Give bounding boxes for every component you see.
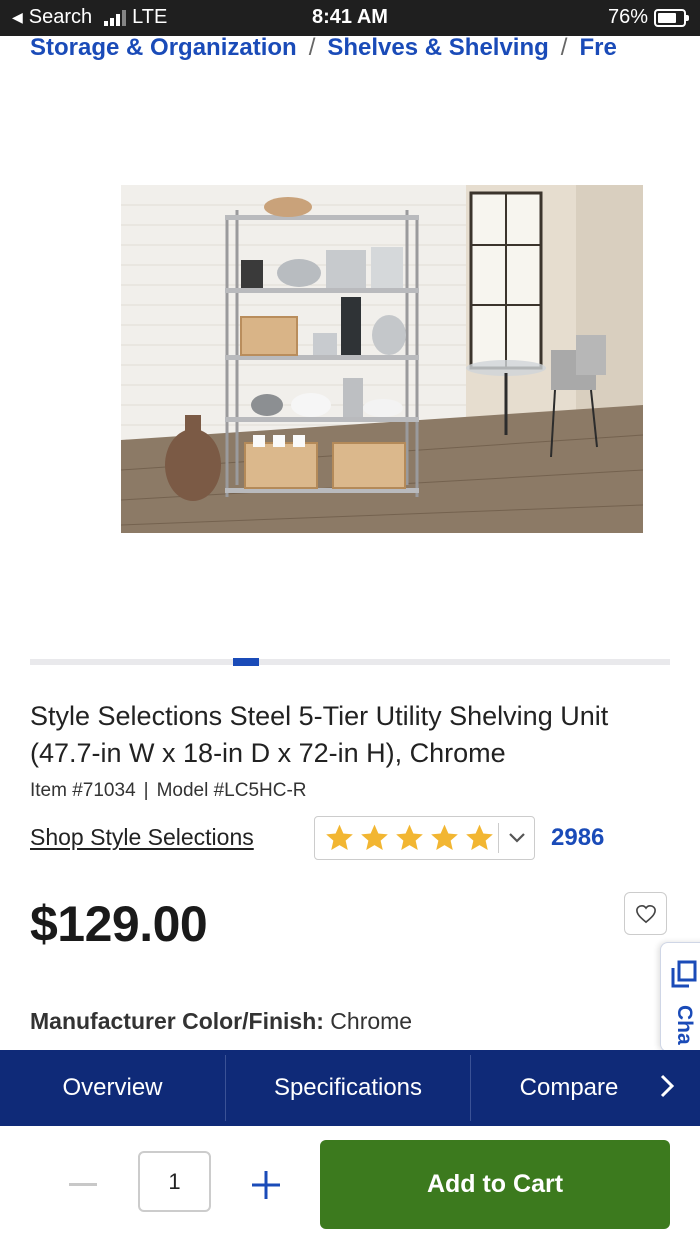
breadcrumb-separator: /: [308, 34, 316, 61]
product-title: Style Selections Steel 5-Tier Utility Sh…: [30, 701, 609, 768]
battery-icon: [654, 8, 689, 27]
star-icon: [431, 824, 458, 850]
item-number: Item #71034: [30, 780, 136, 801]
quantity-increase-button[interactable]: [249, 1168, 283, 1202]
color-finish-label: Manufacturer Color/Finish:: [30, 1008, 324, 1034]
chevron-right-icon[interactable]: [658, 1072, 676, 1105]
battery-percent: 76%: [607, 6, 648, 28]
product-price: $129.00: [30, 896, 208, 952]
item-meta: Item #71034 | Model #LC5HC-R: [30, 780, 307, 802]
breadcrumb-item-shelves[interactable]: Shelves & Shelving: [327, 34, 548, 61]
favorite-button[interactable]: [624, 892, 667, 935]
star-icon: [396, 824, 423, 850]
color-finish-value: Chrome: [330, 1008, 413, 1034]
breadcrumb-item-storage[interactable]: Storage & Organization: [30, 34, 297, 61]
tab-overview[interactable]: Overview: [0, 1050, 225, 1126]
status-bar: ◀ Search LTE 8:41 AM 76%: [0, 0, 700, 36]
star-icon: [466, 824, 493, 850]
heart-icon: [635, 904, 656, 923]
product-image[interactable]: [121, 185, 643, 533]
product-photo: [121, 185, 643, 533]
add-to-cart-button[interactable]: Add to Cart: [320, 1140, 670, 1229]
shop-brand-link[interactable]: Shop Style Selections: [30, 824, 254, 851]
status-right: 76%: [607, 6, 689, 29]
breadcrumb-separator: /: [560, 34, 568, 61]
carousel-active-dot: [233, 658, 259, 666]
star-icon: [361, 824, 388, 850]
tab-compare[interactable]: Compare: [471, 1050, 667, 1126]
color-finish: Manufacturer Color/Finish: Chrome: [30, 1008, 412, 1035]
review-count[interactable]: 2986: [551, 824, 604, 852]
breadcrumb-item-free[interactable]: Fre: [579, 34, 616, 61]
tab-specifications[interactable]: Specifications: [226, 1050, 470, 1126]
chat-icon: [671, 960, 697, 988]
rating-dropdown[interactable]: [314, 816, 535, 860]
breadcrumb: Storage & Organization / Shelves & Shelvin…: [30, 34, 700, 70]
quantity-input[interactable]: [138, 1151, 211, 1212]
chat-tab[interactable]: Cha: [660, 942, 700, 1052]
carousel-indicator[interactable]: [30, 658, 670, 666]
minus-icon: [69, 1183, 97, 1186]
chat-label: Cha: [673, 1005, 696, 1045]
model-number: Model #LC5HC-R: [156, 780, 307, 801]
quantity-decrease-button[interactable]: [68, 1170, 98, 1200]
status-time: 8:41 AM: [312, 6, 388, 28]
plus-icon: [252, 1171, 280, 1199]
rating-stars: [315, 822, 496, 854]
section-tabs: Overview Specifications Compare: [0, 1050, 700, 1126]
star-icon: [326, 824, 353, 850]
meta-separator: |: [143, 780, 149, 801]
chevron-down-icon[interactable]: [498, 823, 534, 853]
